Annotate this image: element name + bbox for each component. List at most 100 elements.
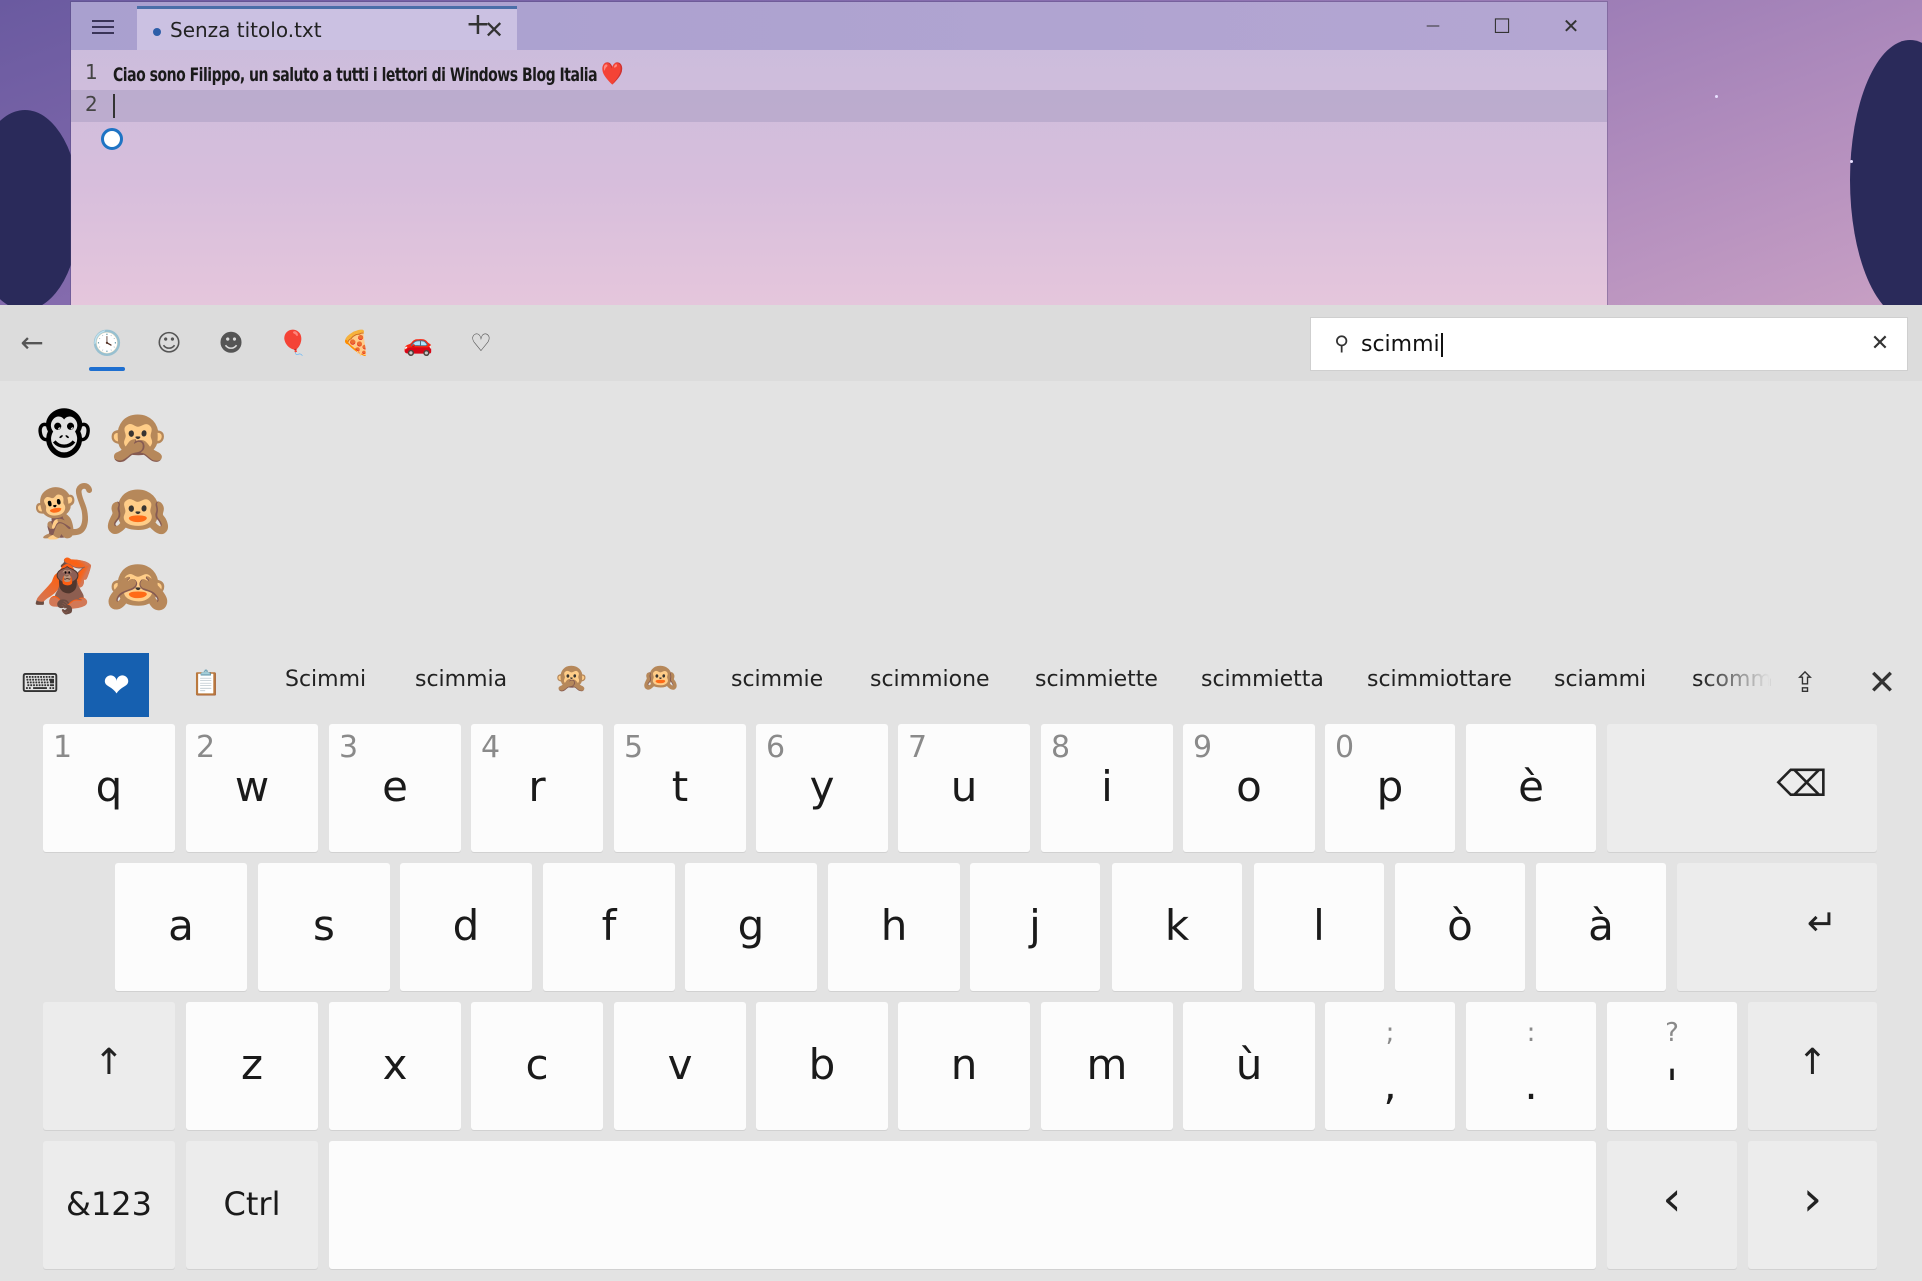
key-n[interactable]: n [898,1002,1030,1130]
tree-silhouette [0,110,80,305]
key-l[interactable]: l [1254,863,1384,991]
emoji-result[interactable]: 🙉 [102,476,174,548]
close-keyboard-icon[interactable]: ✕ [1862,663,1902,703]
emoji-search-input[interactable]: ⚲ scimmi ✕ [1310,317,1908,371]
left-arrow-key[interactable]: ‹ [1607,1141,1737,1269]
shift-icon: ↑ [93,1042,125,1083]
enter-icon: ↵ [1806,903,1838,944]
emoji-result[interactable]: 🙈 [102,551,174,623]
key-c[interactable]: c [471,1002,603,1130]
star [1715,95,1718,98]
suggestion[interactable]: scimmiette [1035,667,1158,692]
key-m[interactable]: m [1041,1002,1173,1130]
star [1850,160,1853,163]
suggestion[interactable]: scimmia [415,667,507,692]
key-e[interactable]: 3e [329,724,461,852]
tab-untitled[interactable]: Senza titolo.txt ✕ [137,6,517,50]
heart-icon[interactable]: ♡ [463,325,499,361]
minimize-button[interactable]: — [1411,8,1455,44]
key-o-grave[interactable]: ò [1395,863,1525,991]
emoji-result[interactable]: 🐵 [28,401,100,473]
enter-key[interactable]: ↵ [1677,863,1877,991]
symbols-key[interactable]: &123 [43,1141,175,1269]
search-icon: ⚲ [1334,331,1349,355]
title-bar[interactable]: Senza titolo.txt ✕ + — ☐ ✕ [71,2,1607,50]
back-arrow-icon[interactable]: ← [14,325,50,361]
keyboard-settings-icon[interactable]: ⌨ [20,667,60,701]
clear-search-icon[interactable]: ✕ [1867,331,1893,357]
close-window-button[interactable]: ✕ [1549,8,1593,44]
key-q[interactable]: 1q [43,724,175,852]
suggestion-emoji[interactable]: 🙉 [643,661,678,694]
menu-icon[interactable] [88,14,118,40]
travel-icon[interactable]: 🚗 [400,325,436,361]
key-a-grave[interactable]: à [1536,863,1666,991]
suggestion[interactable]: sciammi [1554,667,1646,692]
emoji-result[interactable]: 🙊 [102,401,174,473]
key-f[interactable]: f [543,863,675,991]
ctrl-key[interactable]: Ctrl [186,1141,318,1269]
emoji-result[interactable]: 🐒 [28,476,100,548]
key-s[interactable]: s [258,863,390,991]
suggestion[interactable]: scimmiottare [1367,667,1512,692]
key-a[interactable]: a [115,863,247,991]
suggestion[interactable]: scimmione [870,667,990,692]
key-comma[interactable]: ;, [1325,1002,1455,1130]
suggestion[interactable]: scimmietta [1201,667,1324,692]
key-p[interactable]: 0p [1325,724,1455,852]
clipboard-icon[interactable]: 📋 [190,667,222,699]
search-value: scimmi [1361,332,1443,357]
editor-line: 1 Ciao sono Filippo, un saluto a tutti i… [71,58,1607,90]
key-o[interactable]: 9o [1183,724,1315,852]
notepad-window: Senza titolo.txt ✕ + — ☐ ✕ 1 Ciao sono F… [71,2,1607,305]
celebration-icon[interactable]: 🎈 [275,325,311,361]
tab-title: Senza titolo.txt [170,18,322,42]
key-y[interactable]: 6y [756,724,888,852]
new-tab-button[interactable]: + [461,8,495,42]
recent-icon[interactable]: 🕓 [89,325,125,361]
suggestion[interactable]: Scimmi [285,667,366,692]
line-text: Ciao sono Filippo, un saluto a tutti i l… [113,62,624,87]
key-i[interactable]: 8i [1041,724,1173,852]
key-w[interactable]: 2w [186,724,318,852]
key-h[interactable]: h [828,863,960,991]
touch-cursor-handle[interactable] [101,128,123,150]
key-apostrophe[interactable]: ? ' [1607,1002,1737,1130]
overflow-fade [1700,645,1770,719]
maximize-button[interactable]: ☐ [1480,8,1524,44]
right-arrow-key[interactable]: › [1748,1141,1877,1269]
key-x[interactable]: x [329,1002,461,1130]
smiley-icon[interactable]: ☺ [151,325,187,361]
line-number: 1 [85,60,98,84]
key-r[interactable]: 4r [471,724,603,852]
undock-icon[interactable]: ⇪ [1785,663,1825,703]
people-icon[interactable]: ☻ [213,325,249,361]
shift-key-right[interactable]: ↑ [1748,1002,1877,1130]
suggestion[interactable]: scimmie [731,667,823,692]
key-j[interactable]: j [970,863,1100,991]
active-category-indicator [89,367,125,371]
editor-line-current: 2 [71,90,1607,122]
text-caret [113,94,115,118]
key-e-grave[interactable]: è [1466,724,1596,852]
key-u[interactable]: 7u [898,724,1030,852]
key-u-grave[interactable]: ù [1183,1002,1315,1130]
suggestion-emoji[interactable]: 🙊 [554,661,589,694]
space-bar[interactable] [329,1141,1596,1269]
key-d[interactable]: d [400,863,532,991]
emoji-result[interactable]: 🦧 [28,551,100,623]
candidate-bar: ⌨ ❤ 📋 Scimmi scimmia 🙊 🙉 scimmie scimmio… [0,645,1922,719]
key-v[interactable]: v [614,1002,746,1130]
key-g[interactable]: g [685,863,817,991]
key-k[interactable]: k [1112,863,1242,991]
shift-key-left[interactable]: ↑ [43,1002,175,1130]
emoji-toggle-button[interactable]: ❤ [84,653,149,717]
text-editor[interactable]: 1 Ciao sono Filippo, un saluto a tutti i… [71,50,1607,305]
food-icon[interactable]: 🍕 [338,325,374,361]
heart-emoji: ❤️ [601,62,624,87]
key-period[interactable]: :. [1466,1002,1596,1130]
backspace-key[interactable]: ⌫ [1607,724,1877,852]
key-z[interactable]: z [186,1002,318,1130]
key-t[interactable]: 5t [614,724,746,852]
key-b[interactable]: b [756,1002,888,1130]
